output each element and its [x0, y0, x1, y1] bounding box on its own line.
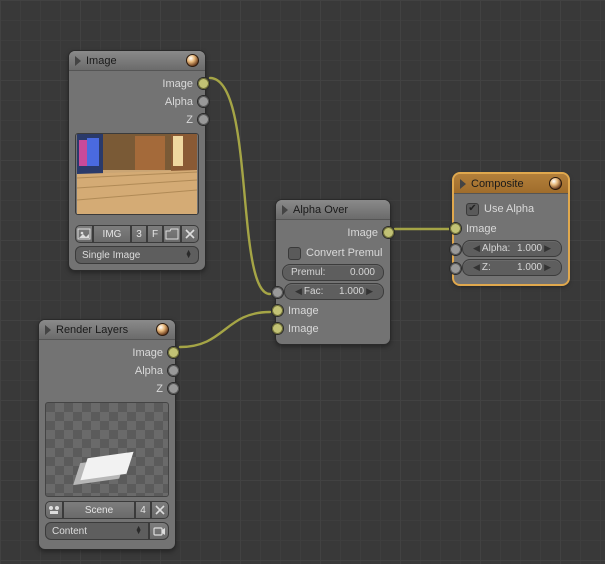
- node-title: Alpha Over: [293, 204, 384, 216]
- preview-orb-icon[interactable]: [156, 323, 169, 336]
- node-header[interactable]: Render Layers: [39, 320, 175, 340]
- socket-input-fac[interactable]: [272, 287, 283, 298]
- alpha-field[interactable]: ◀ Alpha: 1.000 ▶: [462, 240, 562, 257]
- use-alpha-row[interactable]: Use Alpha: [460, 200, 562, 218]
- fac-field[interactable]: ◀ Fac: 1.000 ▶: [284, 283, 384, 300]
- scene-name-field[interactable]: Scene: [63, 501, 135, 519]
- users-count[interactable]: 4: [135, 501, 151, 519]
- render-button[interactable]: [149, 522, 169, 540]
- image-preview: [75, 133, 199, 215]
- close-icon: [153, 503, 167, 517]
- chevron-left-icon[interactable]: ◀: [293, 286, 304, 297]
- socket-input-image-2[interactable]: [272, 323, 283, 334]
- dropdown-icon: ▲▼: [135, 527, 142, 535]
- node-composite[interactable]: Composite Use Alpha Image ◀ Alpha: 1.000…: [453, 173, 569, 285]
- chevron-right-icon[interactable]: ▶: [364, 286, 375, 297]
- socket-input-z[interactable]: [450, 263, 461, 274]
- output-image: Image: [75, 75, 199, 93]
- scene-row: Scene 4: [45, 501, 169, 519]
- preview-orb-icon[interactable]: [186, 54, 199, 67]
- chevron-right-icon[interactable]: ▶: [542, 243, 553, 254]
- socket-output-alpha[interactable]: [198, 96, 209, 107]
- layer-row: Content ▲▼: [45, 522, 169, 540]
- image-icon: [77, 227, 91, 241]
- socket-output-image[interactable]: [168, 347, 179, 358]
- output-z: Z: [75, 111, 199, 129]
- socket-input-image[interactable]: [450, 223, 461, 234]
- render-preview: [45, 402, 169, 497]
- browse-scene-button[interactable]: [45, 501, 63, 519]
- chevron-right-icon[interactable]: ▶: [542, 262, 553, 273]
- convert-premul-checkbox[interactable]: [288, 247, 301, 260]
- input-image-1: Image: [282, 302, 384, 320]
- input-image-2: Image: [282, 320, 384, 338]
- layer-label: Content: [52, 526, 87, 537]
- camera-icon: [152, 524, 166, 538]
- output-alpha: Alpha: [75, 93, 199, 111]
- preview-orb-icon[interactable]: [549, 177, 562, 190]
- node-title: Render Layers: [56, 324, 156, 336]
- fake-user-button[interactable]: F: [147, 225, 163, 243]
- collapse-icon[interactable]: [282, 205, 288, 215]
- output-alpha: Alpha: [45, 362, 169, 380]
- source-label: Single Image: [82, 250, 140, 261]
- node-header[interactable]: Composite: [454, 174, 568, 194]
- z-field[interactable]: ◀ Z: 1.000 ▶: [462, 259, 562, 276]
- collapse-icon[interactable]: [460, 179, 466, 189]
- output-z: Z: [45, 380, 169, 398]
- node-header[interactable]: Alpha Over: [276, 200, 390, 220]
- use-alpha-checkbox[interactable]: [466, 203, 479, 216]
- unlink-button[interactable]: [181, 225, 199, 243]
- node-title: Composite: [471, 178, 549, 190]
- socket-output-alpha[interactable]: [168, 365, 179, 376]
- chevron-left-icon[interactable]: ◀: [471, 262, 482, 273]
- node-image[interactable]: Image Image Alpha Z: [68, 50, 206, 271]
- socket-input-alpha[interactable]: [450, 244, 461, 255]
- output-image: Image: [282, 224, 384, 242]
- socket-output-z[interactable]: [198, 114, 209, 125]
- chevron-left-icon[interactable]: ◀: [471, 243, 482, 254]
- convert-premul-row[interactable]: Convert Premul: [282, 244, 384, 262]
- premul-field[interactable]: Premul: 0.000: [282, 264, 384, 281]
- image-name-field[interactable]: IMG: [93, 225, 131, 243]
- socket-output-z[interactable]: [168, 383, 179, 394]
- folder-icon: [165, 227, 179, 241]
- users-count[interactable]: 3: [131, 225, 147, 243]
- node-header[interactable]: Image: [69, 51, 205, 71]
- output-image: Image: [45, 344, 169, 362]
- node-alpha-over[interactable]: Alpha Over Image Convert Premul Premul: …: [275, 199, 391, 345]
- browse-image-button[interactable]: [75, 225, 93, 243]
- node-render-layers[interactable]: Render Layers Image Alpha Z Scene 4: [38, 319, 176, 550]
- preview-cube-icon: [80, 452, 133, 480]
- close-icon: [183, 227, 197, 241]
- scene-icon: [47, 503, 61, 517]
- socket-input-image-1[interactable]: [272, 305, 283, 316]
- socket-output-image[interactable]: [383, 227, 394, 238]
- node-title: Image: [86, 55, 186, 67]
- image-datablock-row: IMG 3 F: [75, 225, 199, 243]
- open-file-button[interactable]: [163, 225, 181, 243]
- collapse-icon[interactable]: [75, 56, 81, 66]
- socket-output-image[interactable]: [198, 78, 209, 89]
- input-image: Image: [460, 220, 562, 238]
- collapse-icon[interactable]: [45, 325, 51, 335]
- source-dropdown[interactable]: Single Image ▲▼: [75, 246, 199, 264]
- unlink-button[interactable]: [151, 501, 169, 519]
- dropdown-icon: ▲▼: [185, 251, 192, 259]
- layer-dropdown[interactable]: Content ▲▼: [45, 522, 149, 540]
